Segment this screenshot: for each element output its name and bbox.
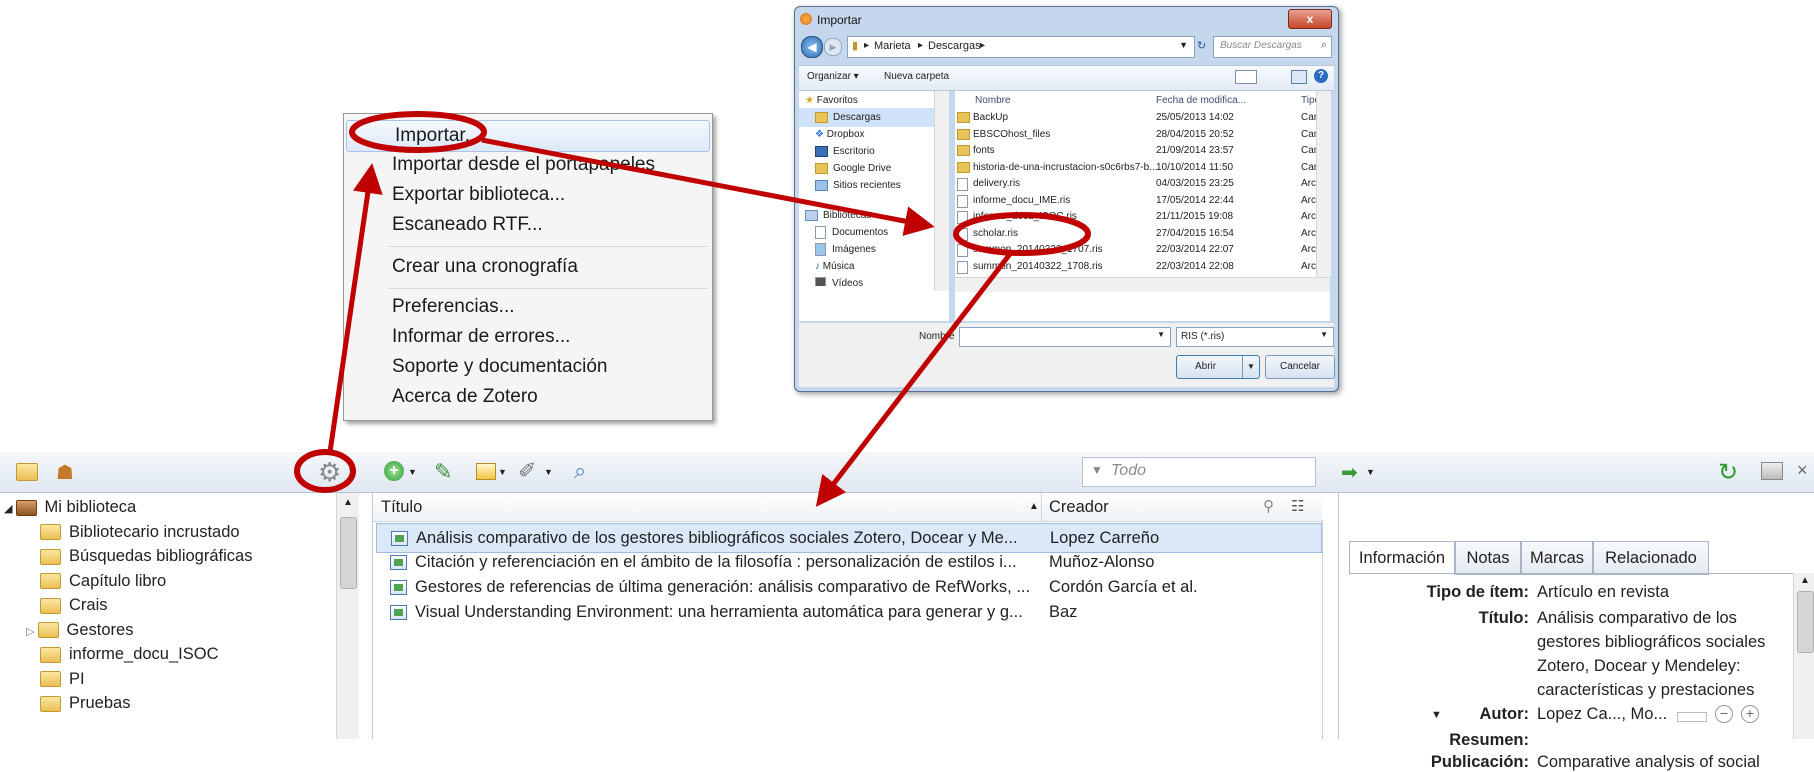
annotation-arrow-file-to-items bbox=[815, 252, 1012, 507]
annotation-arrow-gear-to-menu bbox=[327, 163, 383, 453]
annotation-circle-file bbox=[953, 212, 1091, 256]
annotation-circle-importar bbox=[349, 111, 487, 153]
annotation-arrow-menu-to-file bbox=[481, 137, 935, 236]
publication-label: Publicación: bbox=[1430, 753, 1529, 771]
publication-value[interactable]: Comparative analysis of social bbox=[1537, 753, 1760, 772]
annotation-circle-gear bbox=[294, 449, 356, 493]
annotation-overlay bbox=[294, 111, 1091, 507]
